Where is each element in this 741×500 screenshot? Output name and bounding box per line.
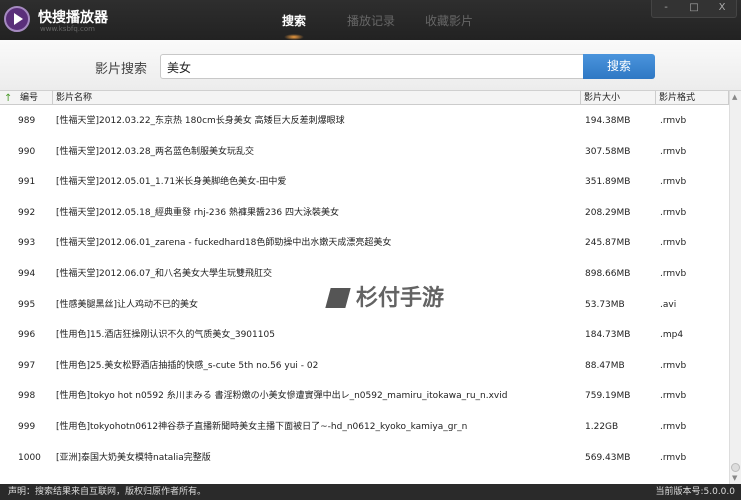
row-name: [性福天堂]2012.06.07_和八名美女大學生玩雙飛肛交 [56,269,273,279]
row-id: 996 [18,330,36,341]
table-row[interactable]: 1000 [亚洲]泰国大奶美女模特natalia完整版 569.43MB .rmvb [0,448,729,468]
row-id: 1000 [18,452,41,463]
row-format: .rmvb [660,207,687,218]
row-size: 88.47MB [585,360,625,371]
row-size: 184.73MB [585,330,631,341]
table-row[interactable]: 991 [性福天堂]2012.05.01_1.71米长身美脚绝色美女-田中爱 351… [0,172,729,192]
row-id: 994 [18,269,36,279]
tab-search[interactable]: 搜索 [282,12,306,29]
row-id: 998 [18,391,36,402]
row-size: 351.89MB [585,177,631,188]
row-format: .rmvb [660,116,687,126]
app-logo-icon [4,6,30,32]
column-label: 编号 [20,93,39,103]
minimize-button[interactable]: - [652,0,680,17]
row-id: 989 [18,116,36,126]
row-format: .rmvb [660,177,687,188]
row-name: [性福天堂]2012.05.01_1.71米长身美脚绝色美女-田中爱 [56,177,287,188]
table-row[interactable]: 996 [性用色]15.酒店狂操刚认识不久的气质美女_3901105 184.73M… [0,325,729,345]
column-header-size[interactable]: 影片大小 [581,91,656,105]
row-name: [亚洲]泰国大奶美女模特natalia完整版 [56,452,211,463]
scroll-down-icon[interactable]: ▼ [732,474,737,482]
row-name: [性福天堂]2012.05.18_經典重發 rhj-236 熱褲果醬236 四大… [56,207,339,218]
status-bar: 声明：搜索结果来自互联网，版权归原作者所有。 当前版本号:5.0.0.0 [0,484,741,500]
row-size: 307.58MB [585,146,631,157]
watermark-text: 杉付手游 [356,286,445,311]
table-row[interactable]: 989 [性福天堂]2012.03.22_东京热 180cm长身美女 高矮巨大反差… [0,111,729,131]
row-name: [性福天堂]2012.03.22_东京热 180cm长身美女 高矮巨大反差刺爆眼… [56,116,345,126]
row-size: 898.66MB [585,269,631,279]
row-size: 53.73MB [585,299,625,310]
version-label: 当前版本号:5.0.0.0 [655,487,735,497]
table-row[interactable]: 997 [性用色]25.美女松野酒店抽插的快感_s-cute 5th no.56 … [0,356,729,376]
row-name: [性用色]tokyohotn0612神谷恭子直播新聞時美女主播下面被日了~-hd… [56,422,468,432]
row-size: 1.22GB [585,422,619,432]
watermark-logo-icon [325,288,351,308]
tab-favorites[interactable]: 收藏影片 [425,12,473,29]
row-format: .rmvb [660,391,687,402]
maximize-button[interactable]: □ [680,0,708,17]
row-name: [性用色]tokyo hot n0592 糸川まみる 書淫粉嫩の小美女慘遭實彈中… [56,391,508,402]
app-url: www.ksbfq.com [40,25,95,33]
row-id: 995 [18,299,36,310]
row-name: [性感美腿黑丝]让人鸡动不已的美女 [56,299,199,310]
row-id: 999 [18,422,36,432]
row-size: 569.43MB [585,452,631,463]
row-id: 992 [18,207,36,218]
table-row[interactable]: 993 [性福天堂]2012.06.01_zarena - fuckedhard1… [0,233,729,253]
row-id: 991 [18,177,36,188]
row-size: 208.29MB [585,207,631,218]
app-name: 快搜播放器 [38,10,108,26]
row-format: .rmvb [660,146,687,157]
row-format: .rmvb [660,422,687,432]
table-row[interactable]: 999 [性用色]tokyohotn0612神谷恭子直播新聞時美女主播下面被日了~… [0,417,729,437]
row-format: .mp4 [660,330,684,341]
column-header-name[interactable]: 影片名称 [53,91,581,105]
watermark: 杉付手游 [325,280,445,312]
row-name: [性用色]25.美女松野酒店抽插的快感_s-cute 5th no.56 yui… [56,360,319,371]
scrollbar[interactable]: ▲ ▼ [729,91,741,484]
row-format: .rmvb [660,452,687,463]
scroll-thumb[interactable] [731,463,740,472]
row-format: .rmvb [660,238,687,249]
row-format: .avi [660,299,677,310]
search-input[interactable]: 美女 [160,54,584,79]
search-button[interactable]: 搜索 [583,54,655,79]
column-header-id[interactable]: ↑ 编号 [0,91,53,105]
row-name: [性福天堂]2012.06.01_zarena - fuckedhard18色師… [56,238,392,249]
row-id: 997 [18,360,36,371]
row-id: 990 [18,146,36,157]
tab-history[interactable]: 播放记录 [347,12,395,29]
table-header: ↑ 编号 影片名称 影片大小 影片格式 [0,91,729,105]
table-row[interactable]: 990 [性福天堂]2012.03.28_两名蓝色制服美女玩乱交 307.58MB.… [0,142,729,162]
row-size: 245.87MB [585,238,631,249]
title-bar: 快搜播放器 www.ksbfq.com 搜索 播放记录 收藏影片 - □ X [0,0,741,40]
search-bar: 影片搜索 美女 搜索 [0,40,741,91]
row-format: .rmvb [660,269,687,279]
row-format: .rmvb [660,360,687,371]
close-button[interactable]: X [708,0,736,17]
row-size: 759.19MB [585,391,631,402]
row-size: 194.38MB [585,116,631,126]
copyright-notice: 声明：搜索结果来自互联网，版权归原作者所有。 [8,487,207,497]
window-controls: - □ X [651,0,737,18]
search-label: 影片搜索 [95,62,148,77]
row-id: 993 [18,238,36,249]
scroll-up-icon[interactable]: ▲ [732,93,737,101]
column-header-format[interactable]: 影片格式 [656,91,729,105]
row-name: [性用色]15.酒店狂操刚认识不久的气质美女_3901105 [56,330,275,341]
table-row[interactable]: 992 [性福天堂]2012.05.18_經典重發 rhj-236 熱褲果醬236… [0,203,729,223]
table-row[interactable]: 998 [性用色]tokyo hot n0592 糸川まみる 書淫粉嫩の小美女慘遭… [0,386,729,406]
row-name: [性福天堂]2012.03.28_两名蓝色制服美女玩乱交 [56,146,255,157]
sort-arrow-icon: ↑ [4,93,13,104]
